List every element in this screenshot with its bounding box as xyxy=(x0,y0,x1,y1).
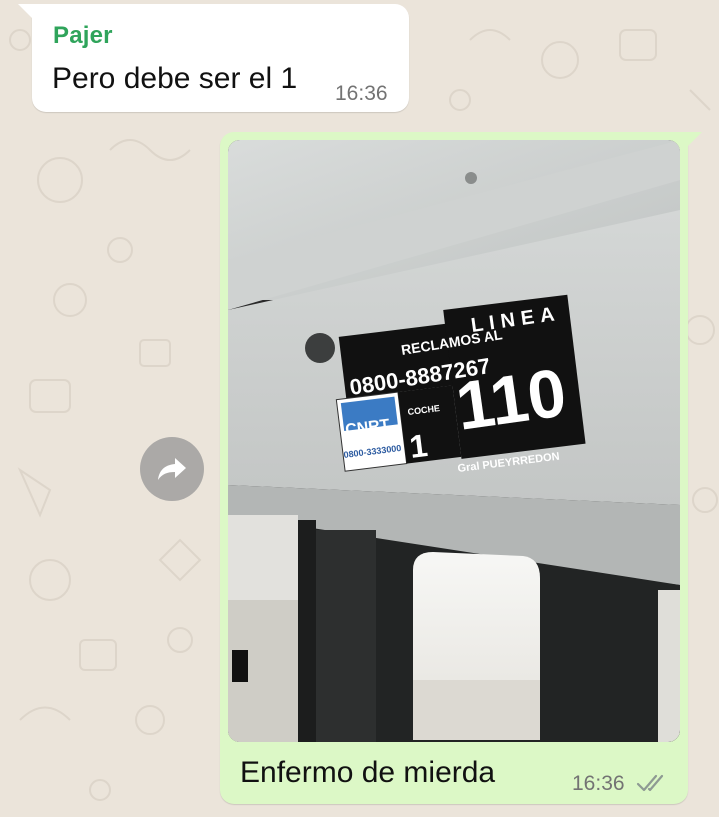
incoming-message-bubble[interactable]: Pajer Pero debe ser el 1 16:36 xyxy=(18,4,409,112)
attached-photo[interactable]: RECLAMOS AL 0800-8887267 CNRT 0800-33330… xyxy=(228,140,680,742)
message-time: 16:36 xyxy=(335,82,388,105)
sign-linea-number: 110 xyxy=(452,354,571,445)
message-time: 16:36 xyxy=(572,772,625,795)
message-text: Pero debe ser el 1 xyxy=(52,62,298,95)
sender-name[interactable]: Pajer xyxy=(53,22,113,50)
double-check-icon xyxy=(636,774,664,792)
outgoing-message-bubble[interactable]: RECLAMOS AL 0800-8887267 CNRT 0800-33330… xyxy=(220,132,702,804)
forward-button[interactable] xyxy=(140,437,204,501)
forward-icon xyxy=(158,458,186,480)
bus-interior-photo: RECLAMOS AL 0800-8887267 CNRT 0800-33330… xyxy=(228,140,680,742)
photo-caption: Enfermo de mierda xyxy=(240,756,496,789)
